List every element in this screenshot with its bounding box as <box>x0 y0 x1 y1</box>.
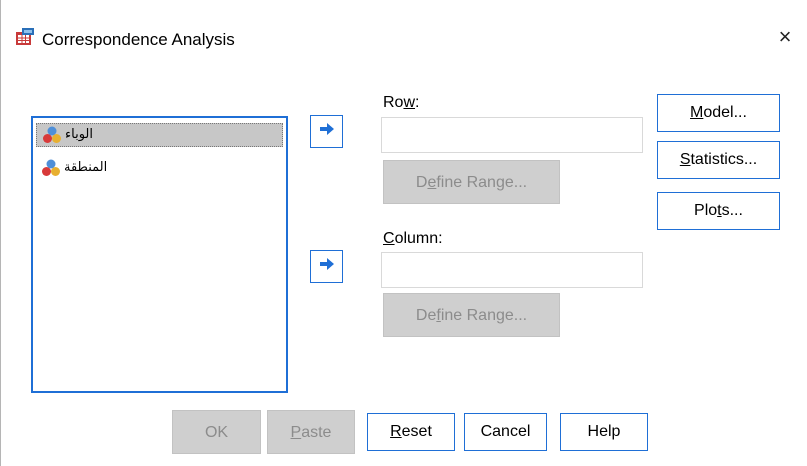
row-field[interactable] <box>381 117 643 153</box>
reset-button[interactable]: Reset <box>367 413 455 451</box>
variable-item-region[interactable]: المنطقة <box>36 156 283 180</box>
variable-label: الوباء <box>65 127 93 142</box>
spss-app-icon <box>15 27 35 47</box>
source-variable-list[interactable]: الوباء المنطقة <box>31 116 288 393</box>
nominal-variable-icon <box>42 125 62 145</box>
help-button[interactable]: Help <box>560 413 648 451</box>
variable-label: المنطقة <box>64 160 108 175</box>
paste-button: Paste <box>267 410 355 454</box>
window-left-edge <box>0 0 1 466</box>
close-icon[interactable]: × <box>774 24 796 50</box>
move-to-column-button[interactable] <box>310 250 343 283</box>
column-define-range-button: Define Range... <box>383 293 560 337</box>
window-title: Correspondence Analysis <box>42 30 235 49</box>
plots-button[interactable]: Plots... <box>657 192 780 230</box>
right-arrow-icon <box>319 122 335 141</box>
column-field[interactable] <box>381 252 643 288</box>
model-button[interactable]: Model... <box>657 94 780 132</box>
variable-item-epidemic[interactable]: الوباء <box>36 123 283 147</box>
column-label: Column: <box>383 230 443 247</box>
statistics-button[interactable]: Statistics... <box>657 141 780 179</box>
right-arrow-icon <box>319 257 335 276</box>
cancel-button[interactable]: Cancel <box>464 413 547 451</box>
nominal-variable-icon <box>41 158 61 178</box>
ok-button: OK <box>172 410 261 454</box>
row-label: Row: <box>383 94 420 111</box>
move-to-row-button[interactable] <box>310 115 343 148</box>
row-define-range-button: Define Range... <box>383 160 560 204</box>
